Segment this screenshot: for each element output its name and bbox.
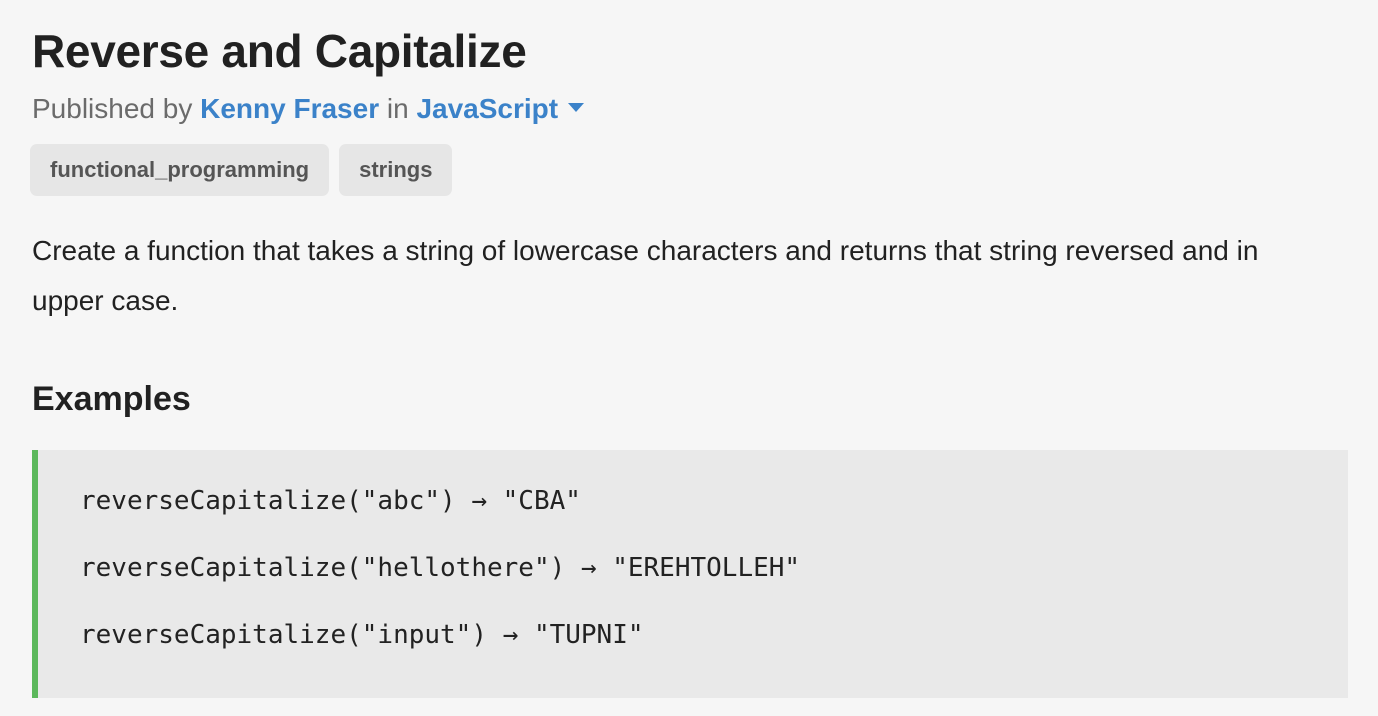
tag-strings[interactable]: strings	[339, 144, 453, 196]
byline-prefix: Published by	[32, 93, 193, 124]
byline: Published by Kenny Fraser in JavaScript	[32, 92, 585, 126]
author-link[interactable]: Kenny Fraser	[200, 93, 379, 124]
page-title: Reverse and Capitalize	[32, 25, 527, 77]
byline-connector: in	[386, 93, 409, 124]
examples-heading: Examples	[32, 380, 191, 418]
tag-functional-programming[interactable]: functional_programming	[30, 144, 330, 196]
example-line: reverseCapitalize("abc") → "CBA"	[80, 486, 581, 516]
language-dropdown[interactable]: JavaScript	[416, 93, 558, 124]
example-line: reverseCapitalize("input") → "TUPNI"	[80, 620, 644, 650]
challenge-description: Create a function that takes a string of…	[32, 235, 1259, 316]
tag-list: functional_programming strings	[30, 144, 453, 196]
example-line: reverseCapitalize("hellothere") → "EREHT…	[80, 553, 801, 583]
caret-down-icon[interactable]	[568, 103, 585, 113]
examples-code-block: reverseCapitalize("abc") → "CBA" reverse…	[32, 450, 1348, 698]
